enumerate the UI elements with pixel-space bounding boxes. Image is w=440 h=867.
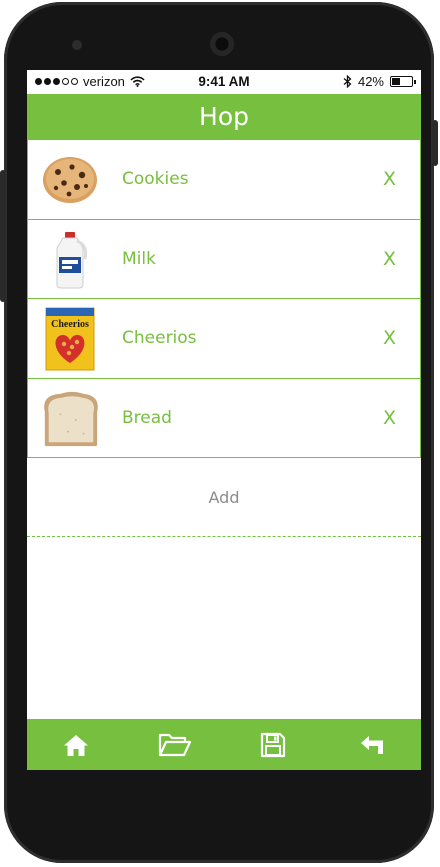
- milk-jug-icon: [39, 229, 101, 291]
- phone-frame: verizon 9:41 AM 42% Hop Cookies X Milk X…: [0, 2, 438, 863]
- item-name: Cheerios: [122, 328, 197, 349]
- shopping-list: Cookies X Milk X Cheerios Cheerios X Bre…: [27, 140, 421, 537]
- app-title: Hop: [199, 102, 249, 131]
- cereal-box-icon: Cheerios: [39, 307, 101, 371]
- battery-icon: [390, 76, 416, 87]
- status-bar: verizon 9:41 AM 42%: [27, 70, 421, 94]
- save-icon: [261, 732, 286, 757]
- back-arrow-icon: [360, 735, 383, 754]
- remove-item-button[interactable]: X: [383, 168, 396, 190]
- remove-item-button[interactable]: X: [383, 327, 396, 349]
- app-title-bar: Hop: [27, 94, 421, 140]
- power-button: [432, 120, 438, 166]
- list-item[interactable]: Cookies X: [27, 140, 421, 220]
- item-name: Milk: [122, 248, 156, 269]
- front-camera: [72, 40, 82, 50]
- add-item-row[interactable]: Add: [27, 458, 421, 537]
- save-tab[interactable]: [249, 725, 297, 765]
- earpiece-speaker: [210, 32, 234, 56]
- list-item[interactable]: Milk X: [27, 219, 421, 299]
- app-screen: verizon 9:41 AM 42% Hop Cookies X Milk X…: [27, 70, 421, 770]
- volume-button: [0, 170, 6, 302]
- back-tab[interactable]: [348, 725, 396, 765]
- home-icon: [64, 734, 89, 756]
- list-item[interactable]: Cheerios Cheerios X: [27, 299, 421, 379]
- item-name: Bread: [122, 407, 172, 428]
- cereal-box-text: Cheerios: [51, 319, 89, 330]
- remove-item-button[interactable]: X: [383, 248, 396, 270]
- cookie-icon: [39, 149, 101, 211]
- battery-percent: 42%: [357, 74, 384, 89]
- bluetooth-icon: [343, 75, 352, 88]
- remove-item-button[interactable]: X: [383, 407, 396, 429]
- open-tab[interactable]: [151, 725, 199, 765]
- home-tab[interactable]: [52, 725, 100, 765]
- item-name: Cookies: [122, 169, 189, 190]
- add-item-button[interactable]: Add: [209, 488, 240, 507]
- list-item[interactable]: Bread X: [27, 378, 421, 458]
- folder-open-icon: [158, 733, 191, 756]
- bottom-tab-bar: [27, 719, 421, 770]
- bread-slice-icon: [39, 388, 101, 450]
